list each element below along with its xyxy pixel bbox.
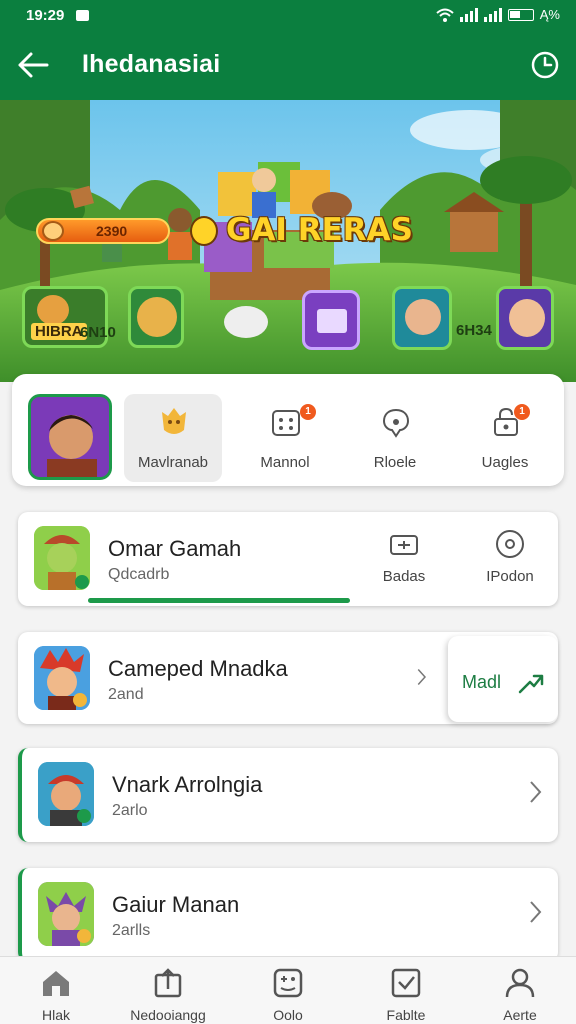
progress-fill xyxy=(88,598,350,603)
tile-right-1[interactable] xyxy=(392,286,452,350)
home-icon xyxy=(43,971,69,996)
profile-face-icon xyxy=(31,397,109,477)
coin-value: 2390 xyxy=(96,223,128,239)
creature-icon xyxy=(137,297,177,337)
page-title: Ihedanasiai xyxy=(82,50,221,78)
grid-dots-icon xyxy=(272,410,300,436)
chevron-right-icon[interactable] xyxy=(528,778,544,806)
tile-center[interactable] xyxy=(302,290,360,350)
chevron-right-icon[interactable] xyxy=(416,666,428,688)
tab-rloele[interactable]: Rloele xyxy=(346,394,444,482)
target-icon xyxy=(496,530,524,558)
badge-glyph-icon xyxy=(190,216,218,246)
progress-bar xyxy=(88,598,350,603)
tile-right-2[interactable] xyxy=(496,286,554,350)
clock-icon[interactable] xyxy=(530,50,560,80)
arrow-left-icon[interactable] xyxy=(16,50,50,80)
tab-mannol[interactable]: 1 Mannol xyxy=(236,394,334,482)
tab-uagles[interactable]: 1 Uagles xyxy=(456,394,554,482)
avatar xyxy=(34,526,90,590)
category-tabs: Mavlranab 1 Mannol Rloele 1 Uagles xyxy=(12,374,564,486)
tab-mavlranab[interactable]: Mavlranab xyxy=(124,394,222,482)
nav-label: Fablte xyxy=(386,1007,426,1023)
status-bar: 19:29 Ą% xyxy=(0,0,576,32)
player-name: Gaiur Manan xyxy=(112,892,240,917)
tile-right-value: 6H34 xyxy=(456,322,492,339)
check-box-icon xyxy=(391,968,421,998)
player-name: Cameped Mnadka xyxy=(108,656,288,681)
hero-face-icon xyxy=(405,299,441,335)
banner-title: GAI RERAS xyxy=(226,212,413,248)
bottom-navigation: Hlak Nedooiangg Oolo Fablte Aerte xyxy=(0,956,576,1024)
tile-left-value: 6N10 xyxy=(80,324,116,341)
envelope-icon xyxy=(317,309,347,333)
nav-label: Oolo xyxy=(273,1007,303,1023)
tab-badge: 1 xyxy=(514,404,530,420)
nav-nedooiangg[interactable]: Nedooiangg xyxy=(118,965,218,1023)
mode-label: Madl xyxy=(462,672,502,692)
elf-avatar-icon xyxy=(38,882,94,946)
chevron-right-icon[interactable] xyxy=(528,898,544,926)
ipodon-button[interactable]: IPodon xyxy=(470,528,550,592)
avatar xyxy=(38,882,94,946)
nav-home[interactable]: Hlak xyxy=(6,965,106,1023)
nav-label: Aerte xyxy=(503,1007,537,1023)
profile-avatar[interactable] xyxy=(28,394,112,480)
trend-arrow-icon xyxy=(518,674,544,694)
status-time: 19:29 xyxy=(26,7,65,24)
battery-percent: Ą% xyxy=(539,7,560,22)
avatar xyxy=(34,646,90,710)
player-status: 2arlo xyxy=(112,802,148,819)
tab-label: Mavlranab xyxy=(137,454,209,471)
heroine-face-icon xyxy=(509,299,545,337)
battery-icon xyxy=(390,535,418,555)
tab-label: Mannol xyxy=(260,454,310,471)
list-item[interactable]: Vnark Arrolngia 2arlo xyxy=(18,748,558,842)
upload-box-icon xyxy=(154,968,182,998)
warrior-avatar-icon xyxy=(34,646,90,710)
notification-photo-icon xyxy=(76,10,89,21)
signal-icon xyxy=(459,7,478,22)
list-item[interactable]: Gaiur Manan 2arlls xyxy=(18,868,558,962)
app-bar: Ihedanasiai xyxy=(0,32,576,100)
player-name: Omar Gamah xyxy=(108,536,242,561)
tile-left-2[interactable] xyxy=(128,286,184,348)
battery-icon xyxy=(507,8,534,21)
user-icon xyxy=(505,968,535,998)
tab-label: Uagles xyxy=(481,454,529,471)
list-item[interactable]: Omar Gamah Qdcadrb Badas IPodon xyxy=(18,512,558,606)
tab-label: Rloele xyxy=(373,454,417,471)
status-icons: Ą% xyxy=(436,7,560,22)
nav-label: Hlak xyxy=(41,1007,70,1023)
nav-aerte[interactable]: Aerte xyxy=(470,965,570,1023)
action-label: IPodon xyxy=(486,568,534,585)
avatar xyxy=(38,762,94,826)
mode-button[interactable]: Madl xyxy=(448,636,558,722)
badas-button[interactable]: Badas xyxy=(364,528,444,592)
player-status: 2and xyxy=(108,686,144,703)
nav-oolo[interactable]: Oolo xyxy=(238,965,338,1023)
player-status: 2arlls xyxy=(112,922,151,939)
controller-icon xyxy=(273,968,303,998)
nav-label: Nedooiangg xyxy=(130,1007,206,1023)
chat-bubble-icon xyxy=(382,408,410,438)
shield-face-icon xyxy=(162,408,186,434)
capped-avatar-icon xyxy=(38,762,94,826)
player-name: Vnark Arrolngia xyxy=(112,772,263,797)
coin-avatar-icon xyxy=(42,221,64,241)
coin-counter[interactable]: 2390 xyxy=(36,218,170,244)
wifi-icon xyxy=(436,8,454,22)
signal-icon-2 xyxy=(483,7,502,22)
action-label: Badas xyxy=(382,568,426,585)
goblin-avatar-icon xyxy=(34,526,90,590)
nav-fablte[interactable]: Fablte xyxy=(356,965,456,1023)
tab-badge: 1 xyxy=(300,404,316,420)
tile-left-label: HIBRA xyxy=(31,323,87,340)
game-banner[interactable]: 2390 GAI RERAS HIBRA 6N10 6H34 xyxy=(0,100,576,382)
lion-icon xyxy=(37,295,69,325)
player-status: Qdcadrb xyxy=(108,566,170,583)
list-item[interactable]: Cameped Mnadka 2and Madl xyxy=(18,632,558,724)
